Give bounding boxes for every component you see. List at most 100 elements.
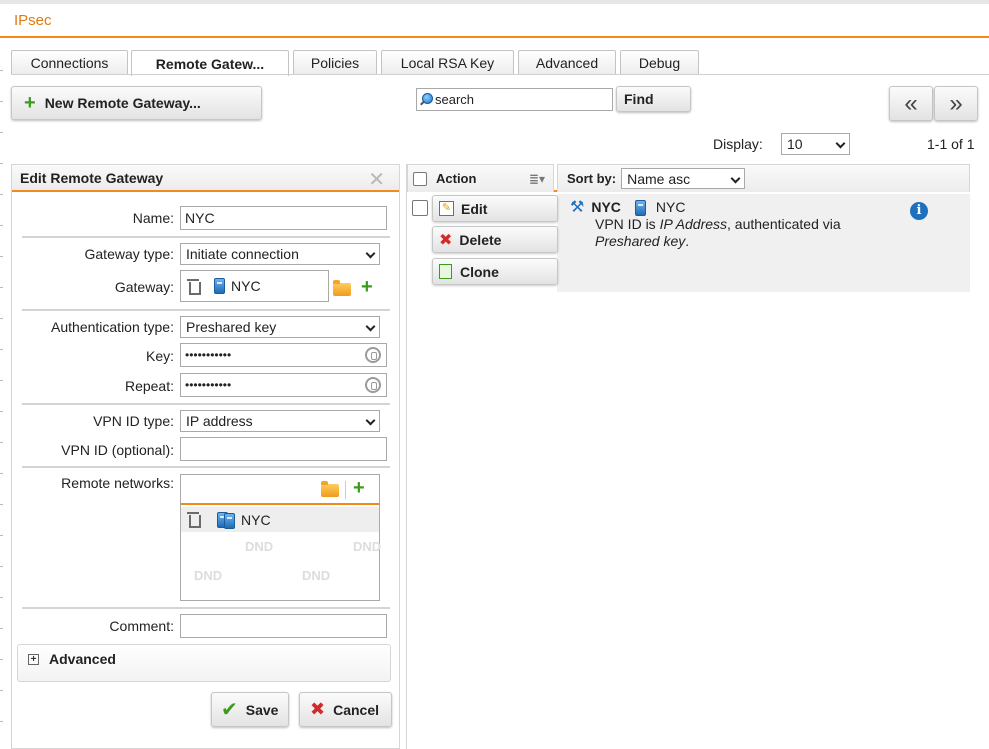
sortby-header: Sort by: Name asc xyxy=(557,164,970,192)
tabs-rule xyxy=(11,74,989,75)
row-description: VPN ID is IP Address, authenticated via … xyxy=(595,216,841,250)
search-icon xyxy=(419,92,433,107)
display-select[interactable]: 10 xyxy=(781,133,850,155)
trash-icon[interactable] xyxy=(187,278,201,295)
action-header-label: Action xyxy=(436,171,477,186)
tab-policies[interactable]: Policies xyxy=(293,50,377,75)
vpn-id-input[interactable] xyxy=(180,437,387,461)
key-input[interactable]: ••••••••••• xyxy=(180,343,387,367)
edit-label: Edit xyxy=(461,200,488,217)
close-icon: ✖ xyxy=(310,699,326,719)
display-label: Display: xyxy=(713,136,763,152)
new-remote-gateway-button[interactable]: + New Remote Gateway... xyxy=(11,86,262,120)
dnd-watermark: DND xyxy=(302,568,331,583)
clone-button[interactable]: Clone xyxy=(432,258,558,285)
plus-icon: + xyxy=(24,92,36,114)
gateway-type-label: Gateway type: xyxy=(84,246,175,262)
desc-text: , authenticated via xyxy=(727,216,841,232)
tab-local-rsa-key[interactable]: Local RSA Key xyxy=(381,50,514,75)
list-item[interactable]: NYC xyxy=(181,507,379,532)
trash-icon[interactable] xyxy=(187,512,201,528)
row-checkbox[interactable] xyxy=(412,200,428,216)
remote-networks-label: Remote networks: xyxy=(61,475,174,491)
chevron-down-icon xyxy=(365,248,376,259)
title-rule xyxy=(0,36,989,38)
vpn-id-type-value: IP address xyxy=(186,413,253,429)
edit-icon: ✎ xyxy=(439,201,454,216)
column-menu-icon[interactable]: ≣▾ xyxy=(529,172,545,186)
cancel-label: Cancel xyxy=(333,701,380,718)
remote-networks-toolbar: + xyxy=(181,475,379,505)
auth-type-label: Authentication type: xyxy=(51,319,174,335)
row-details: ⚒ NYC NYC VPN ID is IP Address, authenti… xyxy=(570,199,841,250)
host-icon xyxy=(214,278,225,294)
folder-icon[interactable] xyxy=(333,280,351,296)
next-page-button[interactable]: » xyxy=(934,86,978,121)
dnd-watermark: DND xyxy=(353,539,382,554)
select-all-checkbox[interactable] xyxy=(413,171,427,186)
repeat-input[interactable]: ••••••••••• xyxy=(180,373,387,397)
gateway-type-select[interactable]: Initiate connection xyxy=(180,243,380,265)
save-button[interactable]: ✔ Save xyxy=(211,692,289,727)
tab-advanced[interactable]: Advanced xyxy=(518,50,616,75)
desc-text: VPN ID is xyxy=(595,216,660,232)
desc-vpn-id-type: IP Address xyxy=(659,216,728,232)
gateway-type-value: Initiate connection xyxy=(186,246,299,262)
clone-icon xyxy=(439,264,452,279)
separator xyxy=(22,403,390,405)
chevron-down-icon xyxy=(365,321,376,332)
info-icon[interactable]: i xyxy=(910,202,928,220)
top-strip xyxy=(0,0,989,4)
find-button[interactable]: Find xyxy=(616,86,691,112)
action-header: Action ≣▾ xyxy=(407,164,554,192)
key-label: Key: xyxy=(145,348,174,364)
search-input[interactable]: search xyxy=(416,88,613,111)
name-label: Name: xyxy=(132,210,174,226)
separator xyxy=(22,309,390,311)
name-value: NYC xyxy=(185,210,215,226)
tab-connections[interactable]: Connections xyxy=(11,50,128,75)
range-text: 1-1 of 1 xyxy=(927,136,975,152)
password-reveal-icon[interactable] xyxy=(365,377,381,393)
separator xyxy=(22,607,390,609)
vpn-id-type-select[interactable]: IP address xyxy=(180,410,380,432)
advanced-section[interactable]: + Advanced xyxy=(17,644,391,682)
save-label: Save xyxy=(245,701,279,718)
vpn-id-type-label: VPN ID type: xyxy=(93,413,174,429)
folder-icon[interactable] xyxy=(321,481,339,497)
network-icon xyxy=(224,512,235,529)
dnd-watermark: DND xyxy=(194,568,223,583)
expand-icon[interactable]: + xyxy=(28,654,39,665)
password-reveal-icon[interactable] xyxy=(365,347,381,363)
delete-button[interactable]: ✖ Delete xyxy=(432,226,558,253)
add-icon[interactable]: + xyxy=(353,478,365,498)
comment-input[interactable] xyxy=(180,614,387,638)
delete-label: Delete xyxy=(459,231,502,248)
add-icon[interactable]: + xyxy=(361,277,373,297)
name-input[interactable]: NYC xyxy=(180,206,387,230)
close-icon[interactable]: ✕ xyxy=(368,167,385,192)
desc-auth-type: Preshared key xyxy=(595,233,686,249)
cancel-button[interactable]: ✖ Cancel xyxy=(299,692,392,727)
remote-networks-box[interactable]: + NYC DND DND DND DND xyxy=(180,474,382,601)
auth-type-select[interactable]: Preshared key xyxy=(180,316,380,338)
row-gateway: NYC xyxy=(655,199,686,215)
separator xyxy=(22,236,390,238)
divider xyxy=(345,481,346,499)
gateway-value: NYC xyxy=(231,278,261,294)
tab-remote-gateways[interactable]: Remote Gatew... xyxy=(131,50,289,76)
panel-title: Edit Remote Gateway xyxy=(20,170,164,186)
sortby-select[interactable]: Name asc xyxy=(621,168,746,189)
dnd-watermark: DND xyxy=(245,539,274,554)
gateway-field[interactable]: NYC xyxy=(180,270,329,302)
delete-icon: ✖ xyxy=(439,231,453,249)
auth-type-value: Preshared key xyxy=(186,319,277,335)
new-remote-gateway-label: New Remote Gateway... xyxy=(44,95,201,111)
display-value: 10 xyxy=(787,136,803,152)
tab-debug[interactable]: Debug xyxy=(620,50,699,75)
table-row[interactable]: ✎ Edit ✖ Delete Clone ⚒ NYC NYC VPN ID i… xyxy=(407,194,970,292)
gateway-list: Action ≣▾ Sort by: Name asc ✎ Edit ✖ Del… xyxy=(406,164,970,749)
edit-button[interactable]: ✎ Edit xyxy=(432,195,558,222)
key-value: ••••••••••• xyxy=(185,348,232,362)
prev-page-button[interactable]: « xyxy=(889,86,933,121)
